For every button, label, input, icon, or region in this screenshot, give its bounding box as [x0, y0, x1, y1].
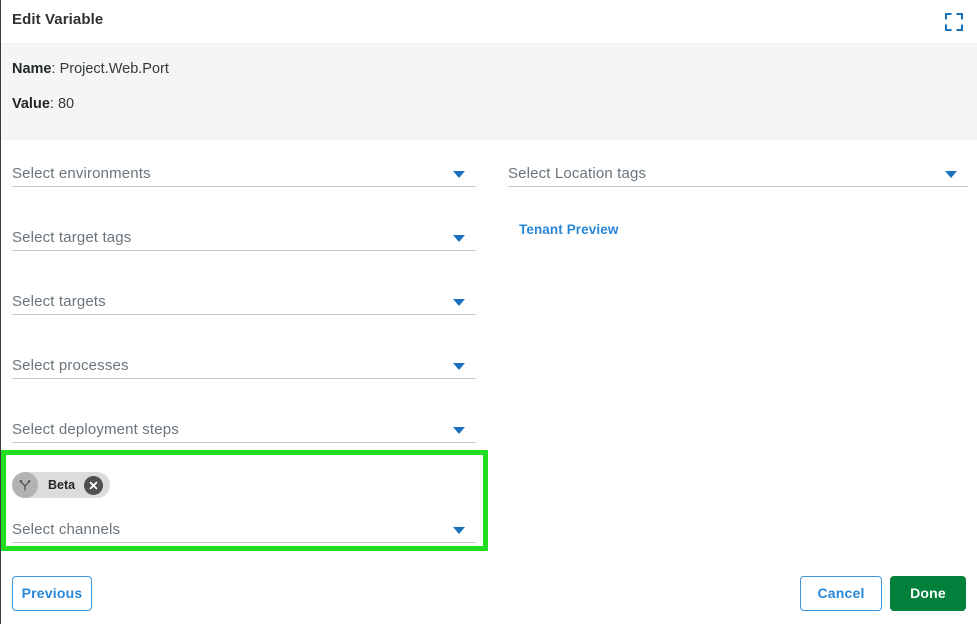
tenant-preview-row: Tenant Preview — [508, 204, 968, 239]
select-environments-label: Select environments — [12, 165, 151, 182]
chevron-down-icon[interactable] — [453, 171, 465, 178]
variable-name-label: Name — [12, 61, 52, 77]
channel-fork-icon — [12, 472, 38, 498]
variable-value-separator: : — [49, 96, 58, 113]
field-underline — [12, 186, 476, 187]
variable-name-separator: : — [51, 61, 60, 77]
select-location-tags-label: Select Location tags — [508, 165, 647, 182]
dialog-header: Edit Variable — [1, 0, 977, 44]
select-location-tags-field[interactable]: Select Location tags — [508, 140, 968, 204]
field-underline — [12, 442, 476, 443]
previous-button[interactable]: Previous — [12, 576, 92, 611]
field-underline — [12, 314, 476, 315]
select-channels-label: Select channels — [12, 521, 121, 538]
select-targets-field[interactable]: Select targets — [12, 268, 476, 332]
select-processes-field[interactable]: Select processes — [12, 332, 476, 396]
select-environments-field[interactable]: Select environments — [12, 140, 476, 204]
select-target-tags-label: Select target tags — [12, 229, 132, 246]
page-title: Edit Variable — [12, 11, 104, 28]
field-underline — [508, 186, 968, 187]
right-column: Select Location tags Tenant Preview — [508, 140, 968, 239]
close-circle-icon[interactable] — [84, 475, 104, 495]
chevron-down-icon[interactable] — [453, 527, 465, 534]
channel-chip[interactable]: Beta — [12, 472, 111, 498]
tenant-preview-link[interactable]: Tenant Preview — [519, 222, 618, 237]
variable-name-row: Name: Project.Web.Port — [12, 60, 977, 78]
cancel-button[interactable]: Cancel — [800, 576, 882, 611]
channel-chip-label: Beta — [48, 478, 76, 492]
select-target-tags-field[interactable]: Select target tags — [12, 204, 476, 268]
chevron-down-icon[interactable] — [453, 299, 465, 306]
select-processes-label: Select processes — [12, 357, 129, 374]
select-targets-label: Select targets — [12, 293, 106, 310]
select-deployment-steps-field[interactable]: Select deployment steps — [12, 396, 476, 460]
edit-variable-dialog: Edit Variable Name: Project.Web.Port Val… — [0, 0, 977, 624]
variable-name-value: Project.Web.Port — [59, 61, 169, 77]
select-channels-field[interactable]: Beta Select channels — [12, 460, 476, 560]
chevron-down-icon[interactable] — [453, 427, 465, 434]
field-underline — [12, 542, 476, 543]
dialog-footer: Previous Cancel Done — [1, 560, 977, 624]
selected-channels-chips: Beta — [12, 472, 111, 498]
chevron-down-icon[interactable] — [453, 363, 465, 370]
variable-value-value: 80 — [57, 96, 75, 113]
field-underline — [12, 378, 476, 379]
field-underline — [12, 250, 476, 251]
select-deployment-steps-label: Select deployment steps — [12, 421, 179, 438]
variable-value-row: Value: 80 — [12, 95, 977, 113]
chevron-down-icon[interactable] — [453, 235, 465, 242]
left-column: Select environments Select target tags S… — [12, 140, 476, 560]
done-button[interactable]: Done — [890, 576, 966, 611]
dialog-body: Select environments Select target tags S… — [1, 140, 977, 560]
variable-info-panel: Name: Project.Web.Port Value: 80 — [1, 44, 977, 140]
expand-fullscreen-icon[interactable] — [942, 10, 966, 34]
chevron-down-icon[interactable] — [945, 171, 957, 178]
variable-value-label: Value — [12, 96, 50, 113]
